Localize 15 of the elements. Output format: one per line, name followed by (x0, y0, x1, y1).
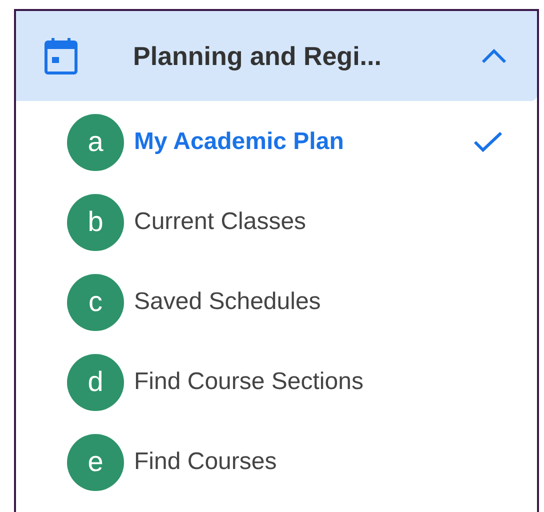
menu-item[interactable]: My Academic Plan (134, 128, 473, 156)
menu-item[interactable]: Saved Schedules (134, 288, 503, 316)
letter-badge: b (67, 194, 124, 250)
calendar-icon (44, 37, 78, 75)
letter-badge: a (67, 114, 124, 170)
menu-item[interactable]: Current Classes (134, 208, 503, 236)
section-header[interactable]: Planning and Regi... (16, 11, 537, 101)
chevron-up-icon (481, 48, 507, 64)
section-title: Planning and Regi... (133, 40, 382, 72)
letter-badge: d (67, 354, 124, 410)
letter-badge: e (67, 434, 124, 490)
letter-badge: c (67, 274, 124, 330)
menu-item[interactable]: Find Course Sections (134, 368, 503, 396)
menu-item[interactable]: Find Courses (134, 448, 503, 476)
check-icon (473, 131, 503, 153)
